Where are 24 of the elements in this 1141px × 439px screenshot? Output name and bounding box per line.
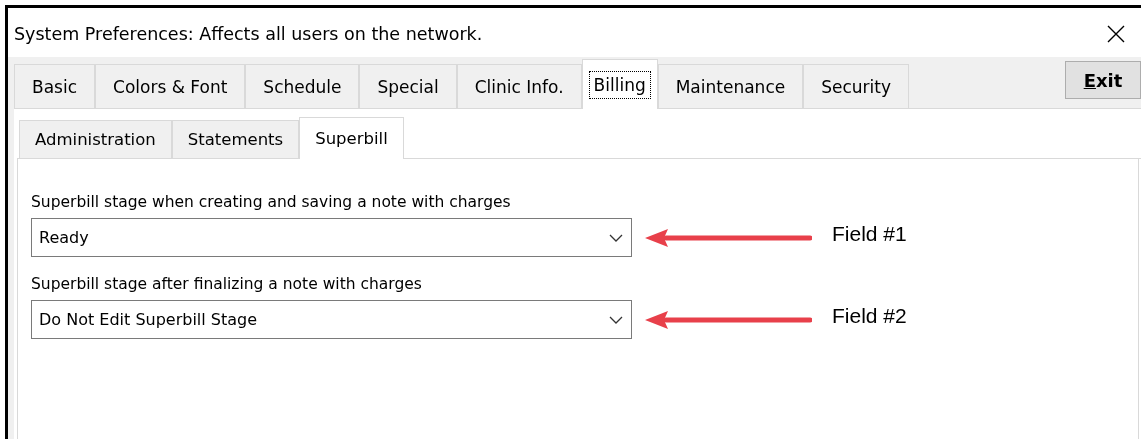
tab[interactable]: Security bbox=[803, 64, 909, 108]
tab[interactable]: Special bbox=[359, 64, 457, 108]
window-title: System Preferences: Affects all users on the network. bbox=[14, 23, 483, 44]
exit-button[interactable]: Exit bbox=[1065, 61, 1141, 99]
tab[interactable]: Basic bbox=[14, 64, 95, 108]
annotation-label: Field #1 bbox=[832, 221, 907, 246]
field-label: Superbill stage after finalizing a note with charges bbox=[31, 275, 423, 293]
tab[interactable]: Clinic Info. bbox=[456, 64, 582, 108]
close-icon bbox=[1107, 24, 1125, 43]
tab[interactable]: Schedule bbox=[245, 64, 360, 108]
dropdown[interactable]: Do Not Edit Superbill Stage bbox=[31, 300, 632, 339]
tab[interactable]: Maintenance bbox=[657, 64, 804, 108]
subtab[interactable]: Administration bbox=[19, 120, 172, 158]
subtab[interactable]: Superbill bbox=[299, 117, 404, 159]
arrow-icon bbox=[644, 309, 812, 330]
annotation-label: Field #2 bbox=[832, 303, 907, 328]
subtab[interactable]: Statements bbox=[171, 120, 300, 158]
tab[interactable]: Billing bbox=[581, 59, 658, 109]
arrow-icon bbox=[644, 227, 812, 248]
dropdown[interactable]: Ready bbox=[31, 218, 632, 257]
chevron-down-icon bbox=[609, 233, 623, 242]
chevron-down-icon bbox=[609, 315, 623, 324]
tab[interactable]: Colors & Font bbox=[95, 64, 246, 108]
field-label: Superbill stage when creating and saving a note with charges bbox=[31, 193, 512, 211]
